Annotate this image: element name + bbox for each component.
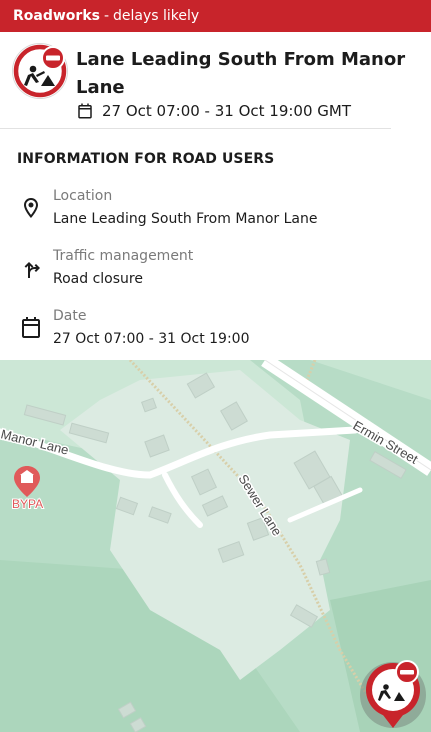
banner-separator: - xyxy=(103,8,110,24)
event-date-text: 27 Oct 07:00 - 31 Oct 19:00 GMT xyxy=(102,102,352,120)
map-view[interactable]: Manor Lane Ermin Street Sewer Lane BYPA xyxy=(0,360,431,732)
calendar-icon xyxy=(22,317,40,338)
info-value: 27 Oct 07:00 - 31 Oct 19:00 xyxy=(53,331,250,347)
info-row-location: Location Lane Leading South From Manor L… xyxy=(17,188,417,230)
info-row-traffic-management: Traffic management Road closure xyxy=(17,248,417,290)
info-row-date: Date 27 Oct 07:00 - 31 Oct 19:00 xyxy=(17,308,417,350)
diversion-arrow-icon xyxy=(24,262,40,278)
calendar-icon xyxy=(78,103,92,119)
event-header: Lane Leading South From Manor Lane 27 Oc… xyxy=(0,32,431,129)
banner-impact: delays likely xyxy=(113,8,200,24)
info-heading: INFORMATION FOR ROAD USERS xyxy=(17,151,275,167)
poi-label: BYPA xyxy=(12,497,43,511)
event-title: Lane Leading South From Manor Lane xyxy=(76,49,406,98)
info-label: Location xyxy=(53,188,113,204)
info-value: Lane Leading South From Manor Lane xyxy=(53,211,318,227)
map-canvas[interactable]: Manor Lane Ermin Street Sewer Lane BYPA xyxy=(0,360,431,732)
roadworks-icon xyxy=(12,43,68,99)
info-value: Road closure xyxy=(53,271,143,287)
info-label: Traffic management xyxy=(53,248,194,264)
event-date-range: 27 Oct 07:00 - 31 Oct 19:00 GMT xyxy=(76,102,351,120)
severity-banner: Roadworks - delays likely xyxy=(0,0,431,32)
header-divider xyxy=(0,128,391,129)
info-label: Date xyxy=(53,308,87,324)
banner-category: Roadworks xyxy=(13,8,100,24)
location-pin-icon xyxy=(24,198,38,218)
